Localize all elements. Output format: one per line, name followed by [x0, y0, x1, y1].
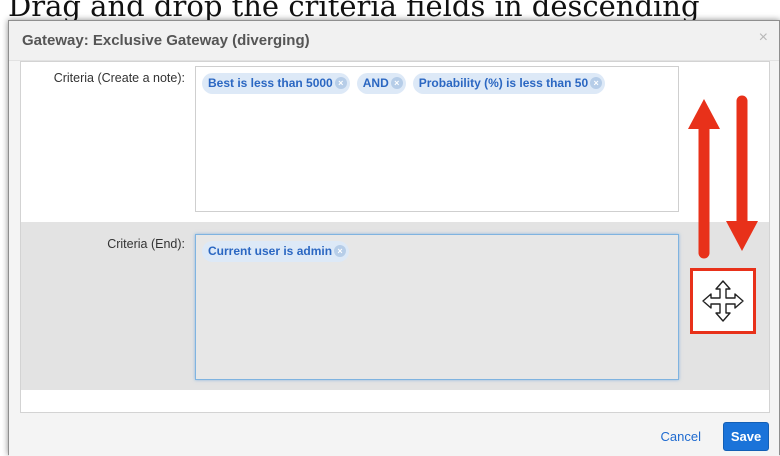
criteria-token[interactable]: Probability (%) is less than 50 ×: [412, 73, 606, 94]
dialog-body: Criteria (Create a note): Best is less t…: [20, 61, 770, 413]
arrow-down-icon: [726, 95, 758, 251]
close-icon[interactable]: ×: [759, 29, 768, 47]
cancel-button[interactable]: Cancel: [661, 429, 701, 444]
gateway-dialog: Gateway: Exclusive Gateway (diverging) ×…: [8, 20, 780, 456]
remove-token-icon[interactable]: ×: [334, 76, 347, 89]
remove-token-icon[interactable]: ×: [390, 76, 403, 89]
dialog-title: Gateway: Exclusive Gateway (diverging): [22, 32, 310, 49]
criteria-row-end: Criteria (End): Current user is admin ×: [21, 222, 769, 390]
criteria-label: Criteria (Create a note):: [53, 71, 185, 85]
criteria-drop-zone[interactable]: Best is less than 5000 × AND × Probability (…: [195, 66, 679, 212]
dialog-header: Gateway: Exclusive Gateway (diverging) ×: [9, 21, 779, 61]
move-icon: [702, 280, 744, 322]
criteria-row-create-note: Criteria (Create a note): Best is less t…: [21, 62, 769, 222]
criteria-token[interactable]: Current user is admin ×: [202, 241, 350, 262]
dialog-footer: Cancel Save: [9, 413, 779, 456]
token-label: Best is less than 5000: [208, 76, 333, 90]
drag-handle-highlight[interactable]: [690, 268, 756, 334]
token-label: Current user is admin: [208, 244, 333, 258]
criteria-token[interactable]: AND ×: [356, 73, 406, 94]
save-button[interactable]: Save: [723, 422, 769, 451]
remove-token-icon[interactable]: ×: [334, 244, 347, 257]
criteria-drop-zone[interactable]: Current user is admin ×: [195, 234, 679, 380]
remove-token-icon[interactable]: ×: [590, 76, 603, 89]
criteria-label: Criteria (End):: [107, 237, 185, 251]
criteria-token[interactable]: Best is less than 5000 ×: [202, 73, 350, 94]
token-label: Probability (%) is less than 50: [418, 76, 589, 90]
token-label: AND: [362, 76, 389, 90]
